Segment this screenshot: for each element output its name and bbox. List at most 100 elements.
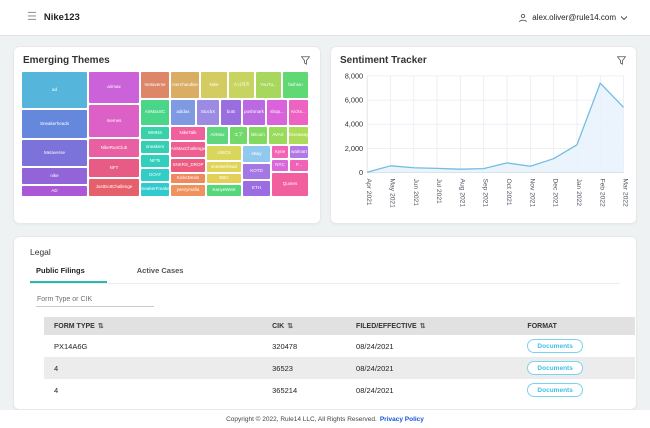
- sort-icon[interactable]: ⇅: [287, 323, 293, 330]
- treemap-cell[interactable]: KanyeWest: [207, 185, 241, 196]
- user-icon: [518, 13, 528, 23]
- treemap-cell[interactable]: NikeTalk: [171, 127, 205, 140]
- treemap-cell[interactable]: NFT: [89, 159, 139, 177]
- filings-table: FORM TYPE⇅CIK⇅FILED/EFFECTIVE⇅FORMATPX14…: [44, 317, 635, 401]
- treemap-cell[interactable]: AirMaxSC: [141, 100, 169, 125]
- tab-active-cases[interactable]: Active Cases: [135, 261, 186, 283]
- cik-cell: 365214: [272, 386, 356, 395]
- column-header[interactable]: FILED/EFFECTIVE⇅: [356, 323, 527, 330]
- menu-icon[interactable]: ☰: [27, 12, 37, 23]
- treemap-cell[interactable]: Bitcoin: [249, 127, 267, 144]
- documents-button[interactable]: Documents: [527, 339, 582, 353]
- treemap-cell[interactable]: AD: [22, 186, 87, 196]
- treemap-cell[interactable]: KOTD: [243, 164, 270, 179]
- privacy-policy-link[interactable]: Privacy Policy: [380, 416, 424, 423]
- form-type-cell: 4: [44, 386, 272, 395]
- treemap-cell[interactable]: F...: [290, 160, 308, 171]
- copyright-text: Copyright © 2022, Rule14 LLC, All Rights…: [226, 416, 377, 423]
- treemap-cell[interactable]: yeezymafia: [171, 185, 205, 196]
- column-header-label: FORMAT: [527, 323, 556, 330]
- treemap-cell[interactable]: BBC: [207, 174, 241, 183]
- filed-effective-cell: 08/24/2021: [356, 386, 527, 395]
- chart-area-fill: [367, 83, 623, 172]
- treemap-cell[interactable]: Quotes: [272, 173, 308, 196]
- treemap-cell[interactable]: metaverse: [141, 72, 169, 98]
- treemap-cell[interactable]: bots: [221, 100, 241, 125]
- column-header[interactable]: FORM TYPE⇅: [44, 323, 272, 330]
- treemap-cell[interactable]: airmax: [89, 72, 139, 103]
- treemap-cell[interactable]: KicksDeals: [171, 174, 205, 183]
- treemap-cell[interactable]: SNKRS_DROP: [171, 159, 205, 172]
- treemap-cell[interactable]: ETH: [243, 181, 270, 196]
- treemap-cell[interactable]: ad: [22, 72, 87, 108]
- x-axis-tick: Feb 2022: [598, 178, 605, 207]
- chevron-down-icon: [620, 15, 628, 21]
- treemap-cell[interactable]: adidas: [171, 100, 195, 125]
- treemap-cell[interactable]: Kyrie: [272, 146, 288, 158]
- treemap-cell[interactable]: NikeRunClub: [89, 139, 139, 157]
- treemap-cell[interactable]: NYC: [272, 160, 288, 171]
- treemap-cell[interactable]: GOAT: [141, 169, 169, 181]
- x-axis-tick: Jan 2022: [575, 178, 582, 206]
- treemap-cell[interactable]: AVAX: [269, 127, 287, 144]
- table-header-row: FORM TYPE⇅CIK⇅FILED/EFFECTIVE⇅FORMAT: [44, 317, 635, 335]
- treemap-cell[interactable]: shop...: [267, 100, 287, 125]
- x-axis-tick: Nov 2021: [528, 178, 535, 207]
- treemap-cell[interactable]: walmart: [290, 146, 308, 158]
- treemap-cell[interactable]: fashion: [283, 72, 308, 98]
- y-axis-tick: 4,000: [345, 120, 363, 129]
- treemap-cell[interactable]: NFTs: [141, 155, 169, 167]
- filter-icon[interactable]: [301, 56, 310, 65]
- emerging-themes-panel: Emerging Themes adSneakerheadsMetaversen…: [13, 46, 321, 224]
- tab-public-filings[interactable]: Public Filings: [30, 261, 107, 283]
- cik-cell: 36523: [272, 364, 356, 373]
- treemap-cell[interactable]: ASICS: [207, 146, 241, 160]
- treemap-cell[interactable]: eBay: [243, 146, 270, 162]
- table-row: PX14A6G32047808/24/2021Documents: [44, 335, 635, 357]
- treemap-cell[interactable]: Kicks...: [289, 100, 308, 125]
- treemap-cell[interactable]: Nike: [201, 72, 227, 98]
- treemap-cell[interactable]: JustDoItChallenge: [89, 179, 139, 196]
- sort-icon[interactable]: ⇅: [98, 323, 104, 330]
- user-email: alex.oliver@rule14.com: [532, 13, 616, 22]
- filter-icon[interactable]: [617, 56, 626, 65]
- table-row: 43652308/24/2021Documents: [44, 357, 635, 379]
- treemap-cell[interactable]: WMNS: [141, 127, 169, 139]
- sort-icon[interactable]: ⇅: [420, 323, 426, 330]
- x-axis-tick: Dec 2021: [552, 178, 559, 207]
- treemap-cell[interactable]: poshmark: [243, 100, 265, 125]
- treemap-cell[interactable]: sneakerhead: [207, 162, 241, 172]
- treemap: adSneakerheadsMetaverse nike AD airmaxmemes…: [22, 72, 310, 197]
- form-type-cell: 4: [44, 364, 272, 373]
- column-header[interactable]: CIK⇅: [272, 323, 356, 330]
- treemap-cell[interactable]: sneakers: [141, 141, 169, 153]
- treemap-cell[interactable]: AirMax: [207, 127, 228, 144]
- treemap-cell[interactable]: 스니커즈: [229, 72, 254, 98]
- treemap-cell[interactable]: Metaverse: [22, 140, 87, 166]
- form-type-cik-input[interactable]: [36, 293, 154, 307]
- y-axis-tick: 2,000: [345, 144, 363, 153]
- documents-button[interactable]: Documents: [527, 361, 582, 375]
- app-header: ☰ Nike123 alex.oliver@rule14.com: [0, 0, 650, 36]
- treemap-cell[interactable]: エア: [230, 127, 247, 144]
- treemap-cell[interactable]: Sneakerheads: [22, 110, 87, 138]
- treemap-cell[interactable]: memes: [89, 105, 139, 137]
- treemap-cell[interactable]: nike: [22, 168, 87, 184]
- x-axis-tick: Jun 2021: [412, 178, 419, 206]
- treemap-cell[interactable]: Giveaway: [289, 127, 308, 144]
- treemap-cell[interactable]: StockX: [197, 100, 219, 125]
- documents-button[interactable]: Documents: [527, 383, 582, 397]
- x-axis-tick: Apr 2021: [365, 178, 372, 205]
- user-menu[interactable]: alex.oliver@rule14.com: [518, 13, 628, 23]
- treemap-cell[interactable]: SneakerFreaker: [141, 183, 169, 196]
- y-axis-tick: 0: [359, 168, 363, 177]
- legal-title: Legal: [30, 247, 620, 257]
- filed-effective-cell: 08/24/2021: [356, 364, 527, 373]
- sentiment-tracker-panel: Sentiment Tracker 02,0004,0006,0008,000A…: [330, 46, 637, 224]
- treemap-cell[interactable]: merchandise: [171, 72, 199, 98]
- x-axis-tick: Mar 2022: [622, 178, 629, 207]
- treemap-cell[interactable]: YouTu...: [256, 72, 281, 98]
- column-header-label: CIK: [272, 323, 284, 330]
- sentiment-tracker-title: Sentiment Tracker: [340, 55, 427, 66]
- treemap-cell[interactable]: AirMaxChallenge: [171, 142, 205, 157]
